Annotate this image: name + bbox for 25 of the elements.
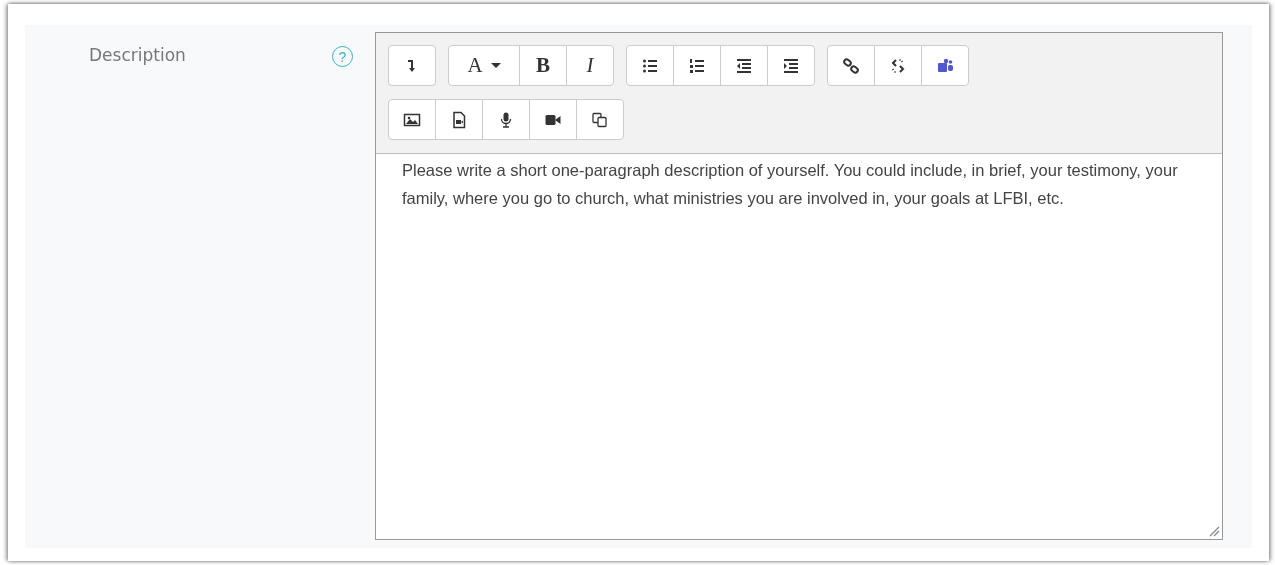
toolbar-button[interactable] [435, 99, 483, 140]
indent-icon [782, 56, 800, 75]
toolbar-button[interactable] [388, 99, 436, 140]
resize-handle-icon[interactable] [1208, 525, 1220, 537]
teams-icon [936, 56, 954, 75]
description-text: Please write a short one-paragraph description of yourself. You could include, in brief, your testimony, your family, where you go to church, what ministries you are involved in, your goals at LFBI, etc. [402, 160, 1179, 209]
toolbar-button[interactable] [921, 45, 969, 86]
copy-icon [591, 110, 609, 129]
caret-icon [490, 63, 501, 68]
toolbar-button[interactable] [827, 45, 875, 86]
numbered-list-icon [688, 56, 706, 75]
bold-button[interactable]: B [519, 45, 567, 86]
toolbar-button[interactable] [482, 99, 530, 140]
italic-button[interactable]: I [566, 45, 614, 86]
field-label: Description [89, 45, 186, 65]
font-button[interactable]: A [448, 45, 520, 86]
toolbar-button[interactable] [720, 45, 768, 86]
toolbar-button[interactable] [529, 99, 577, 140]
broken-link-icon [889, 56, 907, 75]
link-icon [842, 56, 860, 75]
outdent-icon [735, 56, 753, 75]
toolbar-button[interactable] [767, 45, 815, 86]
toolbar-button[interactable] [673, 45, 721, 86]
toolbar-button[interactable] [626, 45, 674, 86]
media-file-icon [450, 110, 468, 129]
